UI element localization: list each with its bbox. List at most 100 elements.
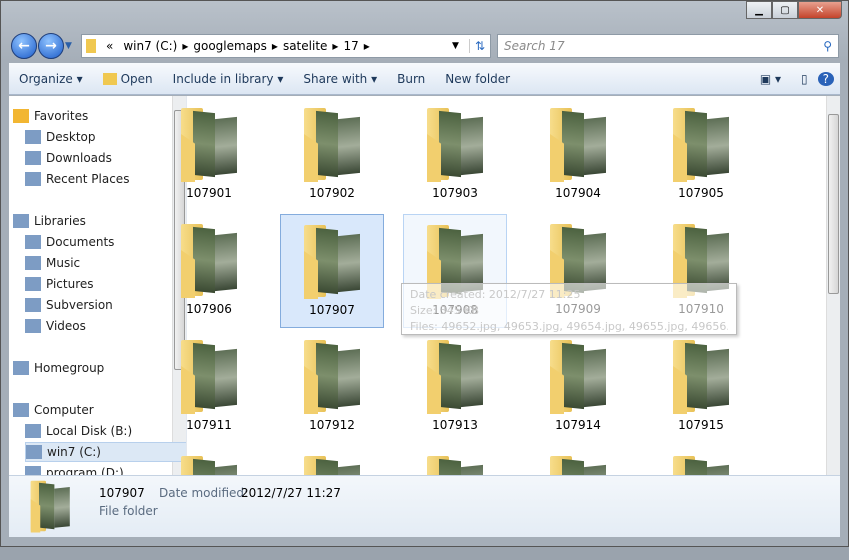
folder-item[interactable]: 107911 [157, 330, 261, 444]
help-icon[interactable]: ? [817, 71, 834, 86]
breadcrumb-googlemaps[interactable]: googlemaps [193, 39, 267, 53]
drive-icon [25, 424, 41, 438]
sidebar-item-label: Videos [46, 319, 86, 333]
folder-item[interactable]: 107904 [526, 98, 630, 212]
breadcrumb-win7[interactable]: win7 (C:) [123, 39, 177, 53]
computer-icon [13, 403, 29, 417]
folder-icon [173, 336, 245, 416]
breadcrumb-17[interactable]: 17 [343, 39, 358, 53]
pictures-icon [25, 277, 41, 291]
music-icon [25, 256, 41, 270]
breadcrumb-satelite[interactable]: satelite [283, 39, 327, 53]
sidebar-item-label: win7 (C:) [47, 445, 101, 459]
sidebar-item-label: Documents [46, 235, 115, 249]
selected-folder-icon [25, 478, 75, 534]
sidebar-item-label: Recent Places [46, 172, 130, 186]
folder-icon [419, 336, 491, 416]
details-modified: 2012/7/27 11:27 [241, 486, 341, 500]
sidebar-item-label: Music [46, 256, 81, 270]
forward-button[interactable]: → [38, 33, 64, 59]
details-name: 107907 [99, 486, 145, 500]
burn-button[interactable]: Burn [387, 72, 435, 86]
folder-icon [419, 104, 491, 184]
folder-icon [542, 336, 614, 416]
folder-item[interactable]: 107914 [526, 330, 630, 444]
folder-name: 107901 [186, 186, 232, 200]
address-dropdown[interactable]: ▼ [452, 41, 459, 51]
share-with-button[interactable]: Share with ▾ [293, 72, 387, 86]
include-in-library-button[interactable]: Include in library ▾ [163, 72, 294, 86]
organize-button[interactable]: Organize ▾ [9, 72, 93, 86]
folder-item[interactable]: 107901 [157, 98, 261, 212]
libraries-icon [13, 214, 29, 228]
search-input[interactable]: Search 17 ⚲ [497, 34, 839, 58]
sidebar-item-label: Computer [34, 403, 94, 417]
folder-name: 107915 [678, 418, 724, 432]
folder-item[interactable]: 107905 [649, 98, 753, 212]
folder-item[interactable]: 107906 [157, 214, 261, 328]
subversion-icon [25, 298, 41, 312]
change-view-icon[interactable]: ▣ ▾ [750, 72, 791, 86]
folder-name: 107912 [309, 418, 355, 432]
file-list-scrollbar[interactable] [826, 96, 840, 475]
explorer-window: ▁ ▢ ✕ ← → ▼ « win7 (C:) ▸ googlemaps ▸ sat… [0, 0, 849, 547]
details-type: File folder [99, 504, 158, 518]
maximize-button[interactable]: ▢ [772, 1, 798, 19]
sidebar-item[interactable]: Computer [13, 400, 175, 420]
minimize-button[interactable]: ▁ [746, 1, 772, 19]
search-icon[interactable]: ⚲ [823, 39, 832, 53]
folder-icon [542, 104, 614, 184]
folder-item[interactable]: 107913 [403, 330, 507, 444]
breadcrumb-overflow[interactable]: « [106, 39, 113, 53]
command-bar: Organize ▾ Open Include in library ▾ Sha… [9, 63, 840, 95]
folder-name: 107906 [186, 302, 232, 316]
folder-icon [296, 104, 368, 184]
downloads-icon [25, 151, 41, 165]
folder-icon [173, 220, 245, 300]
folder-item[interactable]: 107912 [280, 330, 384, 444]
open-button[interactable]: Open [93, 72, 163, 86]
folder-name: 107903 [432, 186, 478, 200]
star-icon [13, 109, 29, 123]
back-button[interactable]: ← [11, 33, 37, 59]
folder-item[interactable]: 107903 [403, 98, 507, 212]
desktop-icon [25, 130, 41, 144]
folder-name: 107907 [309, 303, 355, 317]
sidebar-item[interactable]: Libraries [13, 211, 175, 231]
sidebar-item-label: Homegroup [34, 361, 105, 375]
folder-icon [173, 104, 245, 184]
drive-icon [25, 466, 41, 475]
folder-item[interactable]: 107907 [280, 214, 384, 328]
sidebar-item-label: Subversion [46, 298, 113, 312]
sidebar-item[interactable]: Favorites [13, 106, 175, 126]
preview-pane-icon[interactable]: ▯ [791, 72, 818, 86]
folder-name: 107914 [555, 418, 601, 432]
recent-places-icon [25, 172, 41, 186]
sidebar-item-label: Pictures [46, 277, 94, 291]
recent-pages-dropdown[interactable]: ▼ [65, 41, 72, 51]
folder-icon [296, 221, 368, 301]
new-folder-button[interactable]: New folder [435, 72, 520, 86]
sidebar-item[interactable]: Homegroup [13, 358, 175, 378]
documents-icon [25, 235, 41, 249]
folder-name: 107905 [678, 186, 724, 200]
sidebar-item-label: Downloads [46, 151, 112, 165]
folder-item[interactable]: 107915 [649, 330, 753, 444]
sidebar-item-label: Local Disk (B:) [46, 424, 133, 438]
folder-tooltip: Date created: 2012/7/27 11:25 Size: 345 K… [401, 283, 737, 335]
folder-name: 107904 [555, 186, 601, 200]
refresh-button[interactable]: ⇅ [468, 39, 485, 53]
folder-name: 107902 [309, 186, 355, 200]
details-pane: 107907 Date modified: 2012/7/27 11:27 Fi… [9, 475, 840, 537]
folder-icon [296, 336, 368, 416]
sidebar-item-label: Favorites [34, 109, 89, 123]
sidebar-item-label: program (D:) [46, 466, 124, 475]
address-bar[interactable]: « win7 (C:) ▸ googlemaps ▸ satelite ▸ 17 ▸ ▼… [81, 34, 491, 58]
folder-name: 107913 [432, 418, 478, 432]
videos-icon [25, 319, 41, 333]
sidebar-item-label: Desktop [46, 130, 96, 144]
open-icon [102, 73, 117, 85]
folder-item[interactable]: 107902 [280, 98, 384, 212]
folder-icon [665, 104, 737, 184]
close-button[interactable]: ✕ [798, 1, 842, 19]
